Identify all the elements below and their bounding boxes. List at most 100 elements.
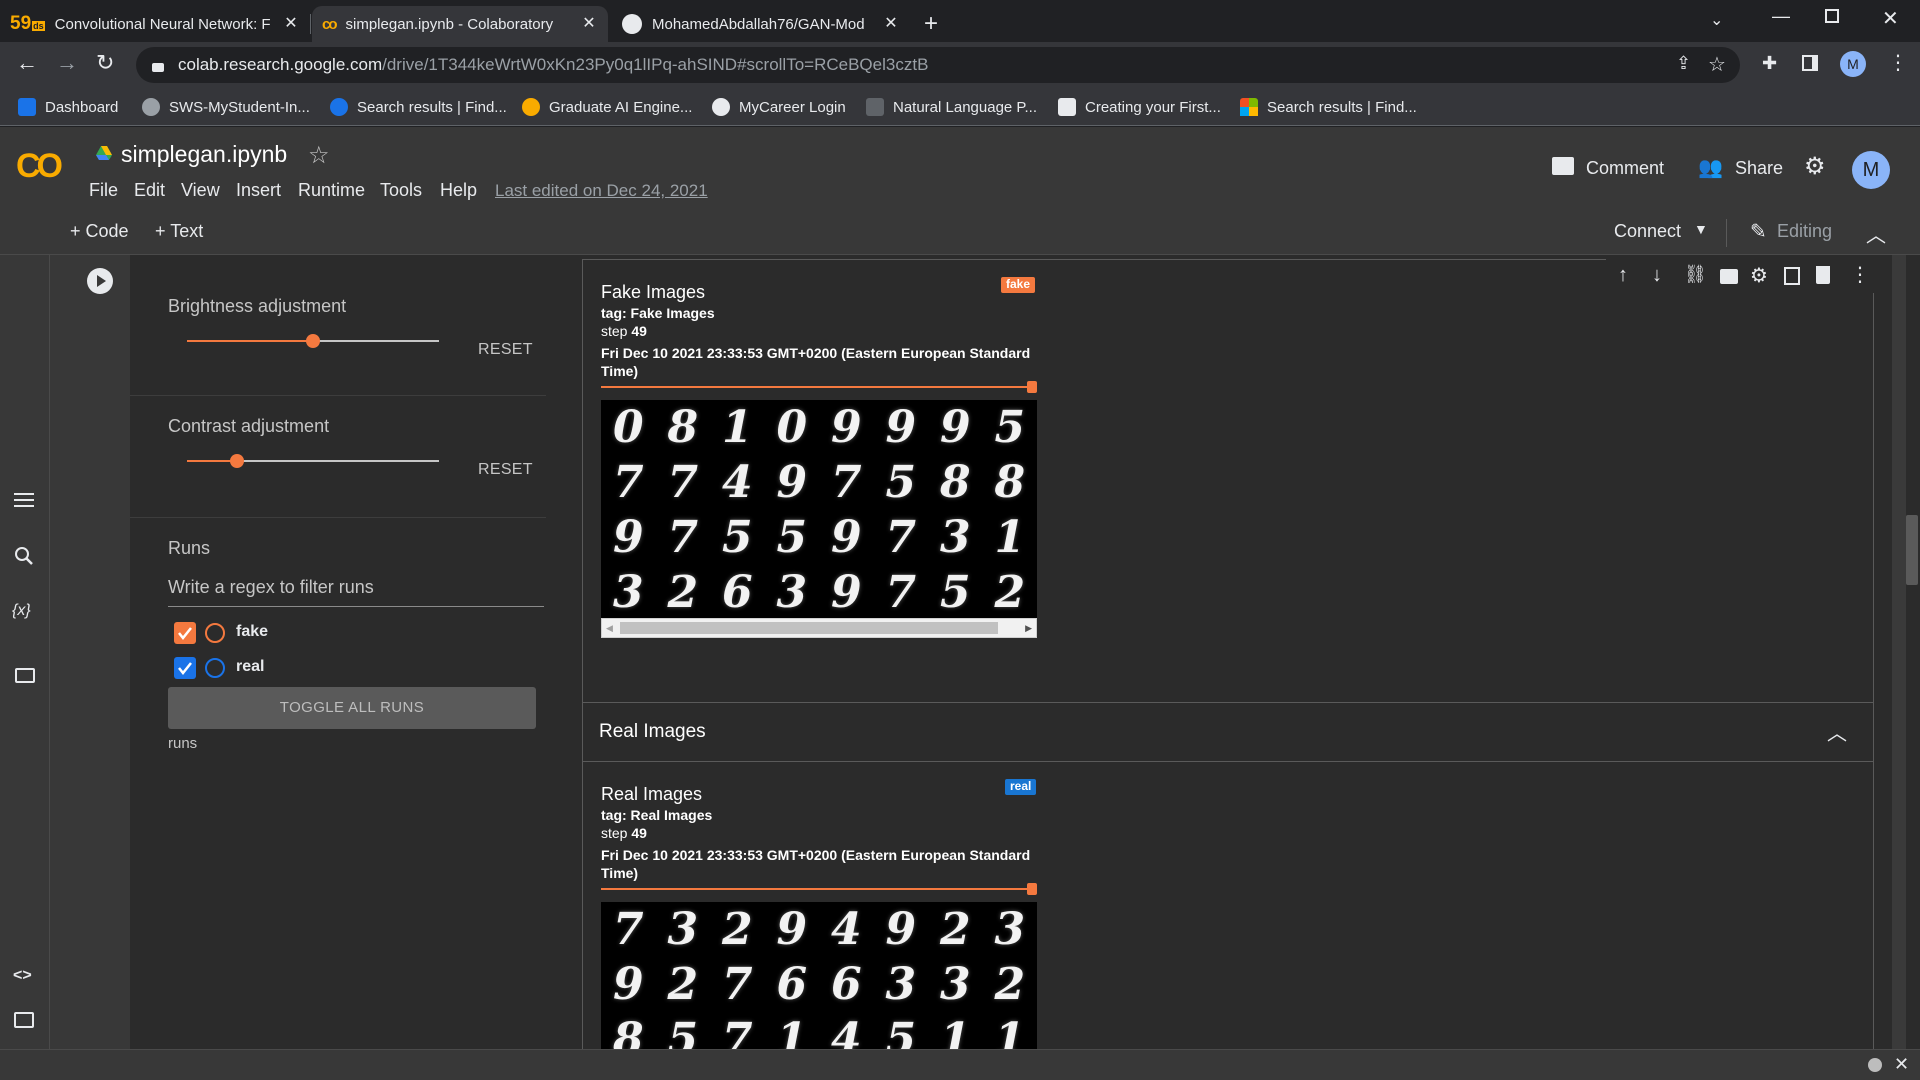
move-cell-up-icon[interactable]: ↑: [1618, 264, 1628, 287]
cell-more-menu-icon[interactable]: ⋮: [1850, 262, 1870, 287]
bookmark-search-1[interactable]: Search results | Find...: [330, 96, 507, 118]
star-icon[interactable]: ☆: [308, 141, 330, 170]
search-icon[interactable]: [14, 546, 34, 566]
scroll-thumb[interactable]: [1906, 515, 1918, 585]
add-comment-icon[interactable]: [1720, 269, 1738, 284]
back-icon[interactable]: ←: [16, 50, 38, 76]
table-of-contents-icon[interactable]: [14, 493, 34, 507]
bookmark-star-icon[interactable]: ☆: [1708, 52, 1726, 77]
window-close-icon[interactable]: ✕: [1882, 6, 1899, 31]
tab-colab[interactable]: co simplegan.ipynb - Colaboratory ✕: [312, 6, 608, 42]
real-step-slider-thumb[interactable]: [1027, 883, 1037, 895]
fake-step-slider-track[interactable]: [601, 386, 1033, 388]
scroll-thumb[interactable]: [620, 622, 998, 634]
settings-gear-icon[interactable]: ⚙: [1804, 152, 1826, 181]
bookmark-nlp[interactable]: Natural Language P...: [866, 96, 1037, 118]
page-scrollbar[interactable]: [1890, 255, 1920, 1049]
close-tab-icon[interactable]: ✕: [882, 15, 900, 33]
command-palette-icon[interactable]: [14, 1012, 34, 1028]
fake-horizontal-scrollbar[interactable]: ◀ ▶: [601, 618, 1037, 638]
new-tab-icon[interactable]: +: [924, 10, 938, 38]
slider-thumb[interactable]: [230, 454, 244, 468]
digit-image: 8: [612, 1014, 644, 1049]
bookmark-creating[interactable]: Creating your First...: [1058, 96, 1221, 118]
mirror-cell-icon[interactable]: [1784, 267, 1800, 285]
brightness-reset-button[interactable]: RESET: [478, 341, 533, 359]
reload-icon[interactable]: ↻: [96, 50, 114, 76]
tab-title: simplegan.ipynb - Colaboratory: [345, 15, 554, 33]
bookmark-graduate-ai[interactable]: Graduate AI Engine...: [522, 96, 692, 118]
brightness-slider[interactable]: [187, 331, 439, 351]
share-people-icon: 👥: [1698, 157, 1723, 179]
digit-image: 3: [612, 567, 644, 618]
account-avatar[interactable]: M: [1852, 151, 1890, 189]
digit-image: 2: [667, 959, 699, 1010]
close-status-icon[interactable]: ✕: [1894, 1054, 1909, 1075]
run-fake-color-swatch[interactable]: [205, 623, 225, 643]
files-folder-icon[interactable]: [15, 668, 35, 683]
menu-view[interactable]: View: [181, 180, 220, 201]
notebook-filename[interactable]: simplegan.ipynb: [121, 141, 287, 168]
menu-edit[interactable]: Edit: [134, 180, 165, 201]
run-cell-button[interactable]: [87, 268, 113, 294]
brightness-label: Brightness adjustment: [168, 296, 347, 316]
run-real-checkbox[interactable]: [174, 657, 196, 679]
fake-step-slider-thumb[interactable]: [1027, 381, 1037, 393]
delete-cell-icon[interactable]: [1816, 266, 1830, 284]
bookmark-mycareer[interactable]: MyCareer Login: [712, 96, 846, 118]
share-page-icon[interactable]: ⇪: [1676, 53, 1691, 74]
last-edited-link[interactable]: Last edited on Dec 24, 2021: [495, 181, 708, 201]
collapse-section-icon[interactable]: ︿: [1827, 717, 1847, 746]
menu-insert[interactable]: Insert: [236, 180, 281, 201]
extensions-icon[interactable]: ✚: [1762, 53, 1777, 74]
menu-file[interactable]: File: [89, 180, 118, 201]
digit-image: 7: [885, 512, 917, 563]
tab-search-icon[interactable]: ⌄: [1710, 10, 1723, 30]
real-images-section-header[interactable]: Real Images ︿: [582, 703, 1874, 763]
connect-dropdown-icon[interactable]: ▼: [1694, 221, 1708, 237]
variables-icon[interactable]: {x}: [12, 602, 31, 620]
real-step-slider-track[interactable]: [601, 888, 1033, 890]
address-bar[interactable]: colab.research.google.com/drive/1T344keW…: [136, 47, 1740, 83]
forward-icon[interactable]: →: [56, 50, 78, 76]
tab-cnn[interactable]: 59 ds Convolutional Neural Network: F ✕: [0, 6, 310, 42]
bookmark-sws[interactable]: SWS-MyStudent-In...: [142, 96, 310, 118]
editing-status[interactable]: Editing: [1777, 221, 1832, 242]
connect-button[interactable]: Connect: [1614, 221, 1681, 242]
bookmark-dashboard[interactable]: Dashboard: [18, 96, 118, 118]
restore-icon[interactable]: [1825, 9, 1839, 23]
contrast-reset-button[interactable]: RESET: [478, 461, 533, 479]
menu-tools[interactable]: Tools: [380, 180, 422, 201]
slider-thumb[interactable]: [306, 334, 320, 348]
browser-menu-icon[interactable]: ⋮: [1888, 50, 1908, 75]
side-panel-icon[interactable]: [1802, 55, 1818, 71]
toggle-all-runs-button[interactable]: TOGGLE ALL RUNS: [168, 687, 536, 729]
run-real-color-swatch[interactable]: [205, 658, 225, 678]
menu-help[interactable]: Help: [440, 180, 477, 201]
link-icon[interactable]: ⛓: [1684, 264, 1707, 285]
collapse-header-icon[interactable]: ︿: [1866, 219, 1886, 248]
cell-settings-icon[interactable]: ⚙: [1750, 263, 1768, 288]
scroll-left-icon[interactable]: ◀: [606, 623, 613, 634]
add-code-button[interactable]: + Code: [70, 221, 129, 242]
profile-avatar[interactable]: M: [1840, 51, 1866, 77]
code-snippets-icon[interactable]: <>: [13, 967, 32, 985]
minimize-icon[interactable]: —: [1772, 6, 1790, 27]
menu-runtime[interactable]: Runtime: [298, 180, 365, 201]
close-tab-icon[interactable]: ✕: [282, 15, 300, 33]
contrast-slider[interactable]: [187, 451, 439, 471]
close-tab-icon[interactable]: ✕: [580, 15, 598, 33]
add-text-button[interactable]: + Text: [155, 221, 203, 242]
tab-github[interactable]: MohamedAbdallah76/GAN-Mod ✕: [612, 6, 910, 42]
digit-image: 1: [939, 1014, 971, 1049]
59-badge-icon: 59 ds: [10, 13, 45, 34]
move-cell-down-icon[interactable]: ↓: [1652, 264, 1662, 287]
runs-filter-input[interactable]: Write a regex to filter runs: [168, 577, 544, 607]
colab-logo[interactable]: CO: [16, 147, 63, 186]
bookmark-search-2[interactable]: Search results | Find...: [1240, 96, 1417, 118]
run-real-label: real: [236, 658, 265, 675]
comment-button[interactable]: Comment: [1586, 158, 1664, 179]
share-button[interactable]: Share: [1735, 158, 1783, 179]
run-fake-checkbox[interactable]: [174, 622, 196, 644]
scroll-right-icon[interactable]: ▶: [1025, 623, 1032, 634]
